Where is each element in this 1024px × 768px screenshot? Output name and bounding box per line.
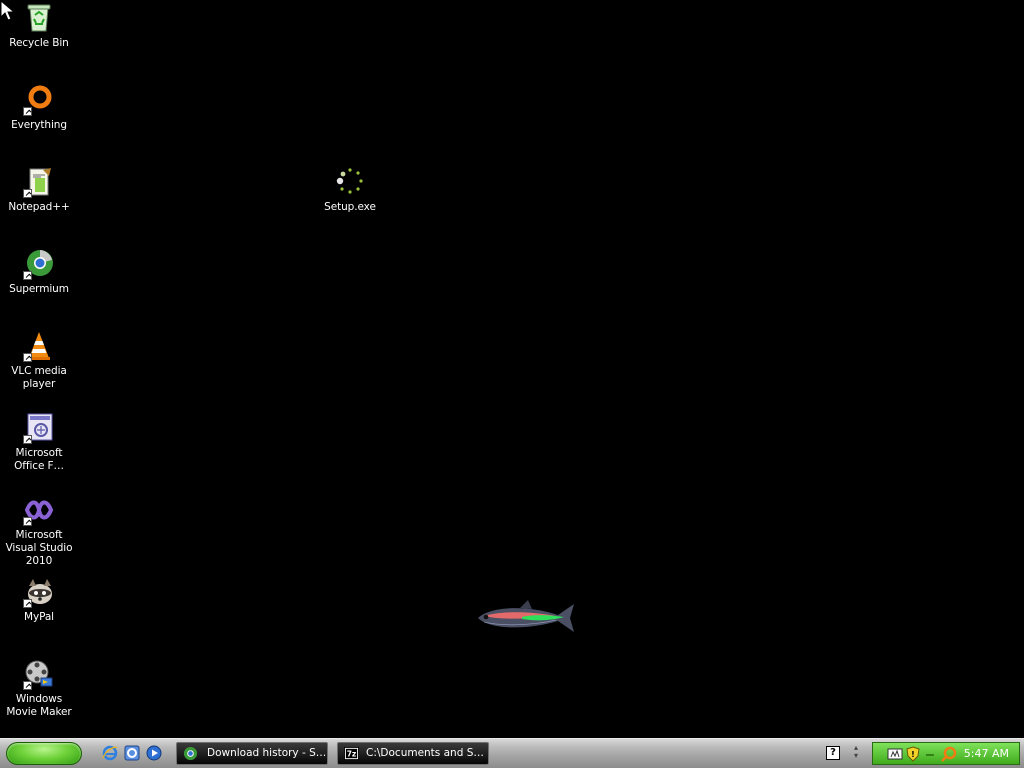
notepad-plus-plus-icon [23, 166, 55, 198]
desktop-icon-recycle-bin[interactable]: Recycle Bin [0, 2, 78, 50]
svg-text:7z: 7z [347, 749, 357, 758]
desktop-icon-label: Windows Movie Maker [6, 693, 72, 718]
desktop-icon-label: MyPal [24, 611, 54, 623]
desktop[interactable]: Recycle Bin Everything Notepad++ Supermi… [0, 0, 1024, 738]
desktop-icon-label: Microsoft Visual Studio 2010 [5, 529, 73, 567]
everything-search-icon [23, 84, 55, 116]
loading-spinner-icon [334, 166, 366, 198]
desktop-icon-visual-studio-2010[interactable]: Microsoft Visual Studio 2010 [0, 494, 78, 568]
visual-studio-icon [23, 494, 55, 526]
desktop-icon-notepad-plus-plus[interactable]: Notepad++ [0, 166, 78, 214]
internet-explorer-icon[interactable] [102, 745, 118, 761]
browser-icon [183, 746, 198, 761]
shortcut-arrow-icon [23, 353, 32, 362]
taskbar: Download history - S… 7z C:\Documents an… [0, 738, 1024, 768]
desktop-icon-label: Setup.exe [324, 201, 376, 213]
desktop-icon-windows-movie-maker[interactable]: Windows Movie Maker [0, 658, 78, 719]
shortcut-arrow-icon [23, 435, 32, 444]
recycle-bin-icon [23, 2, 55, 34]
mypal-browser-icon [23, 576, 55, 608]
desktop-icon-label: VLC media player [11, 365, 67, 390]
shortcut-arrow-icon [23, 517, 32, 526]
desktop-icon-label: Everything [11, 119, 67, 131]
desktop-icon-everything[interactable]: Everything [0, 84, 78, 132]
desktop-icon-label: Recycle Bin [9, 37, 69, 49]
network-icon[interactable] [887, 746, 903, 762]
start-button[interactable] [6, 742, 82, 765]
desktop-icon-mypal[interactable]: MyPal [0, 576, 78, 624]
clock[interactable]: 5:47 AM [964, 743, 1009, 764]
7zip-icon: 7z [344, 746, 359, 761]
office-frontpage-icon [23, 412, 55, 444]
shield-icon[interactable]: ! [905, 746, 921, 762]
ie-settings-icon[interactable] [124, 745, 140, 761]
media-player-icon[interactable] [146, 745, 162, 761]
desktop-icon-supermium[interactable]: Supermium [0, 248, 78, 296]
desktop-icon-setup-exe[interactable]: Setup.exe [311, 166, 389, 214]
supermium-browser-icon [23, 248, 55, 280]
desktop-icon-label: Supermium [9, 283, 69, 295]
svg-text:!: ! [911, 750, 915, 759]
movie-maker-icon [23, 658, 55, 690]
vlc-cone-icon [23, 330, 55, 362]
shortcut-arrow-icon [23, 599, 32, 608]
help-icon[interactable]: ? [826, 746, 840, 760]
fish-wallpaper-image [478, 600, 574, 632]
shortcut-arrow-icon [23, 189, 32, 198]
taskbar-button-documents-folder[interactable]: 7z C:\Documents and S… [337, 742, 489, 765]
search-tray-icon[interactable] [941, 746, 957, 762]
desktop-icon-vlc[interactable]: VLC media player [0, 330, 78, 391]
desktop-icon-office-frontpage[interactable]: Microsoft Office F… [0, 412, 78, 473]
desktop-icon-label: Notepad++ [8, 201, 70, 213]
tray-separator-icon [926, 754, 934, 756]
shortcut-arrow-icon [23, 271, 32, 280]
chevron-expand-icon[interactable]: ▴ ▾ [850, 744, 862, 764]
desktop-icon-label: Microsoft Office F… [14, 447, 64, 472]
taskbar-button-download-history[interactable]: Download history - S… [176, 742, 328, 765]
taskbar-button-label: C:\Documents and S… [366, 747, 484, 759]
shortcut-arrow-icon [23, 107, 32, 116]
system-tray: ! 5:47 AM [872, 742, 1020, 765]
taskbar-button-label: Download history - S… [207, 747, 327, 759]
shortcut-arrow-icon [23, 681, 32, 690]
